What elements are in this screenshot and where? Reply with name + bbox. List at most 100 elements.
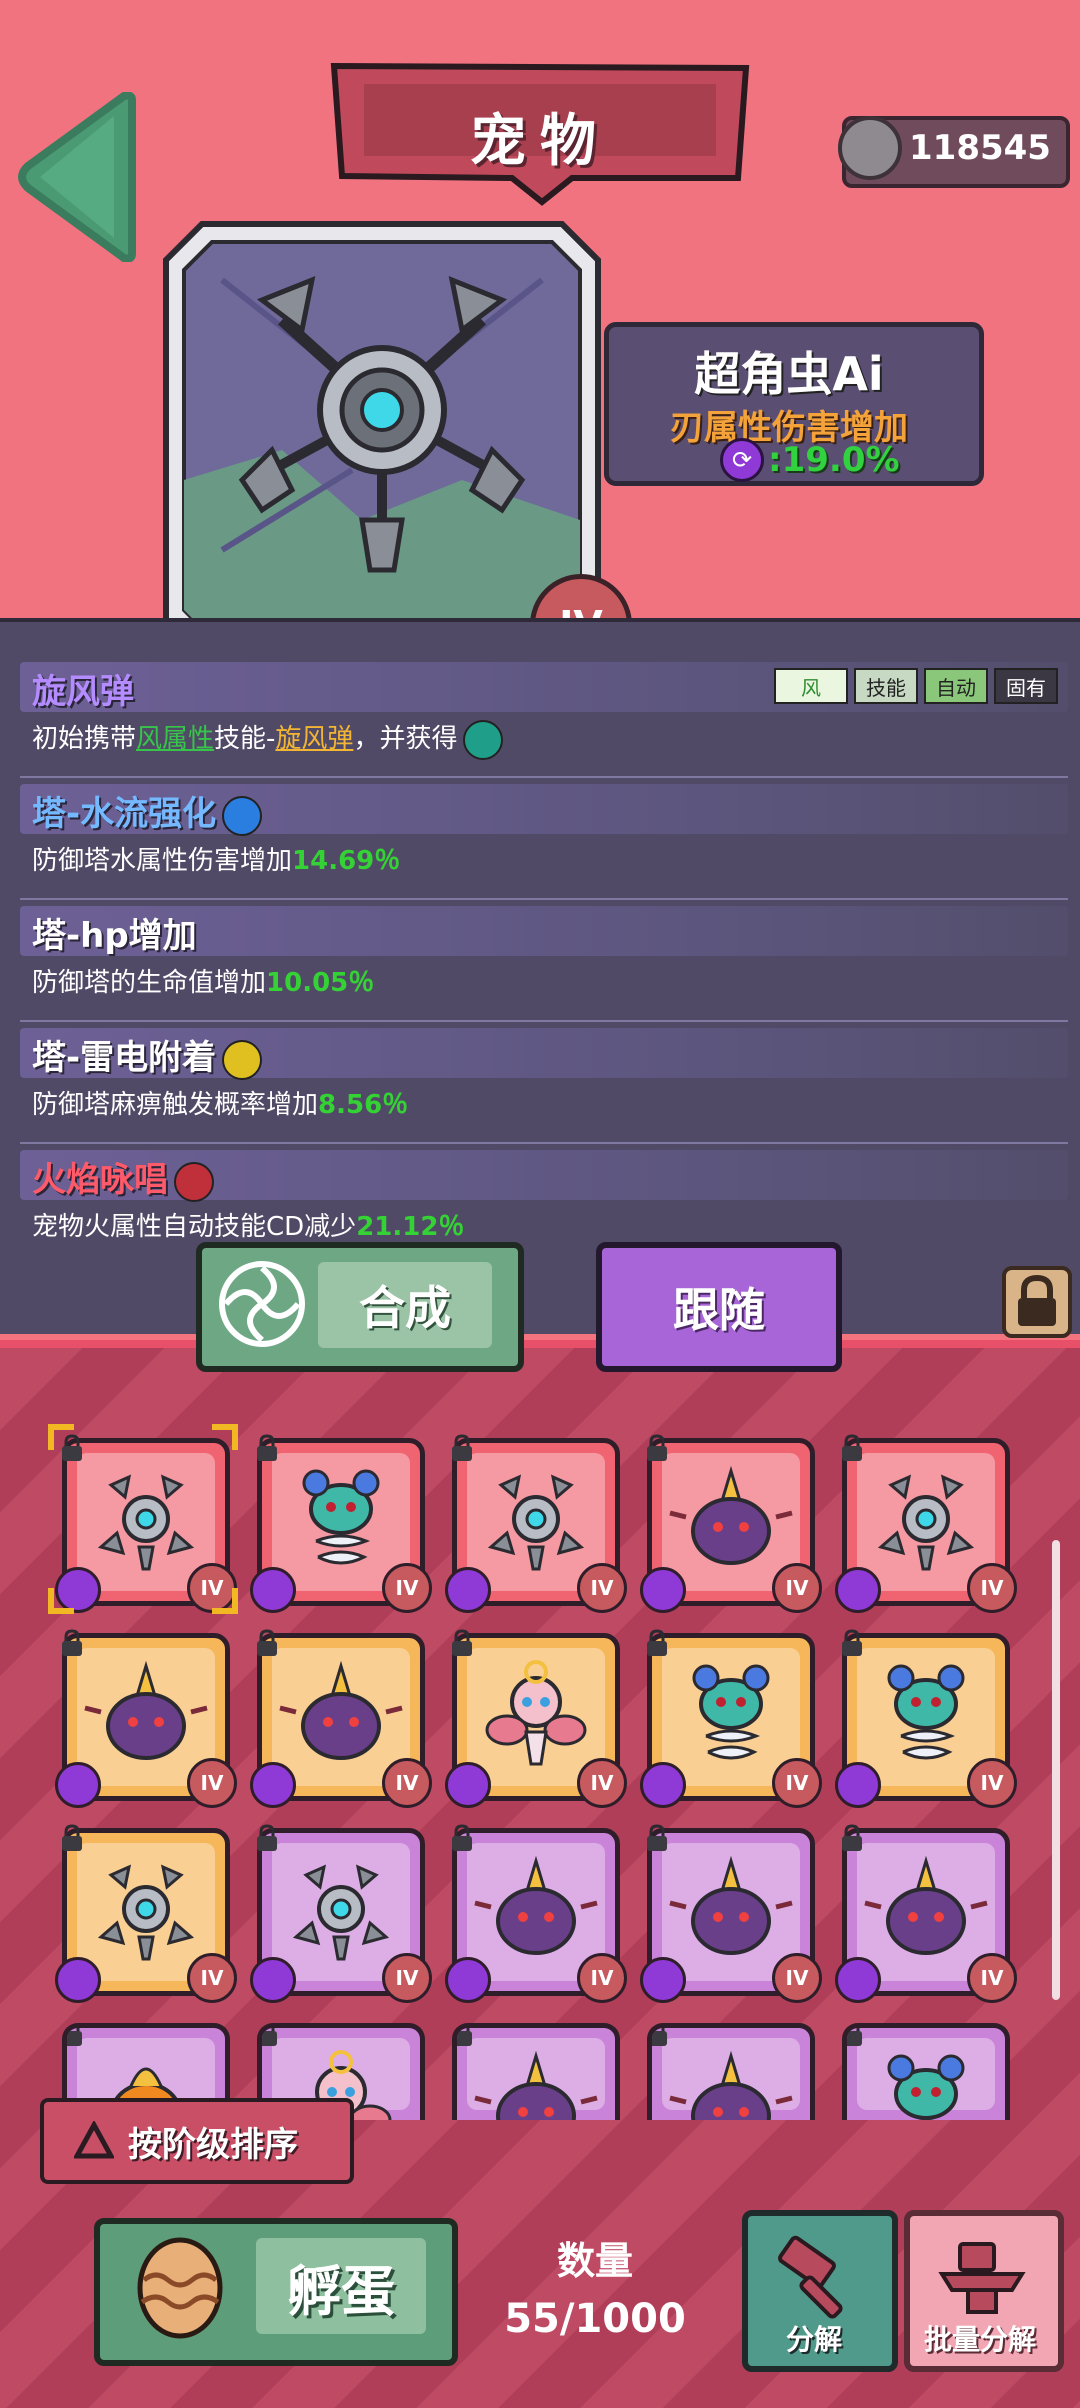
lock-icon	[647, 1629, 667, 1656]
blade-element-icon	[640, 1567, 686, 1613]
blade-element-icon	[835, 1957, 881, 2003]
grade-badge: IV	[772, 1953, 822, 2003]
pet-card[interactable]: IV	[445, 1434, 627, 1613]
page-title: 宠物	[470, 108, 610, 174]
skill-tags: 风 技能 自动 固有	[774, 668, 1058, 704]
selection-corner	[212, 1424, 238, 1450]
pet-name: 超角虫Ai	[694, 347, 884, 401]
robot-pet-icon	[292, 1864, 390, 1961]
quantity-value: 55/1000	[504, 2296, 686, 2342]
blob-pet-icon	[474, 1855, 598, 1955]
lock-icon	[842, 1824, 862, 1851]
pet-card[interactable]: IV	[250, 1629, 432, 1808]
wind-attribute-link[interactable]: 风属性	[136, 724, 214, 754]
lightning-element-icon	[222, 1039, 263, 1080]
pet-card[interactable]: IV	[55, 1434, 237, 1613]
lock-icon[interactable]	[1002, 1266, 1072, 1338]
pet-card[interactable]: IV	[55, 1824, 237, 2003]
tag-wind: 风	[774, 668, 848, 704]
skill-item: 塔-hp增加 防御塔的生命值增加10.05％	[20, 906, 1068, 1006]
pet-card[interactable]: IV	[835, 1824, 1017, 2003]
batch-decompose-label: 批量分解	[923, 2323, 1036, 2356]
pet-attribute-value-row: ⟳ :19.0%	[720, 438, 900, 482]
lock-icon	[647, 1824, 667, 1851]
egg-icon	[137, 2237, 223, 2339]
blob-pet-icon	[669, 1855, 793, 1955]
pet-card[interactable]: IV	[835, 1629, 1017, 1808]
inventory-scrollbar[interactable]	[1052, 1540, 1060, 2000]
blade-element-icon	[445, 1762, 491, 1808]
blade-element-icon	[445, 1567, 491, 1613]
pet-card[interactable]: IV	[55, 1629, 237, 1808]
skill-title: 塔-hp增加	[32, 916, 197, 956]
divider	[20, 1020, 1068, 1022]
pet-card[interactable]: IV	[250, 1824, 432, 2003]
skill-title: 塔-水流强化	[32, 786, 263, 836]
robot-pet-icon	[487, 1474, 585, 1571]
sort-button-label: 按阶级排序	[128, 2124, 298, 2165]
blade-element-icon	[835, 1567, 881, 1613]
blob-pet-icon	[279, 1660, 403, 1760]
tag-skill: 技能	[854, 668, 918, 704]
grade-badge: IV	[187, 1758, 237, 1808]
lock-icon	[67, 2028, 82, 2046]
grade-badge: IV	[967, 1953, 1017, 2003]
pet-card[interactable]: IV	[640, 1629, 822, 1808]
lock-icon	[262, 2028, 277, 2046]
skill-description: 防御塔麻痹触发概率增加8.56％	[32, 1090, 409, 1120]
blob-pet-icon	[84, 1660, 208, 1760]
pet-card[interactable]: IV	[445, 1824, 627, 2003]
skill-description: 防御塔水属性伤害增加14.69％	[32, 846, 401, 876]
decompose-label: 分解	[785, 2323, 842, 2356]
blob-pet-icon	[474, 2050, 598, 2120]
water-element-icon	[222, 795, 263, 836]
skill-title: 塔-雷电附着	[32, 1030, 263, 1080]
blade-element-icon	[250, 1957, 296, 2003]
pet-card[interactable]	[452, 2023, 620, 2120]
anvil-icon	[938, 2242, 1026, 2314]
skill-description: 初始携带风属性技能-旋风弹，并获得	[32, 718, 504, 760]
lock-icon	[847, 2028, 862, 2046]
grade-badge: IV	[967, 1563, 1017, 1613]
grade-badge: IV	[187, 1953, 237, 2003]
lock-icon	[647, 1434, 667, 1461]
blade-element-icon	[445, 1957, 491, 2003]
pet-card[interactable]: IV	[445, 1629, 627, 1808]
blade-element-icon	[55, 1762, 101, 1808]
back-arrow-icon[interactable]	[14, 92, 144, 262]
skill-item: 火焰咏唱 宠物火属性自动技能CD减少21.12％	[20, 1150, 1068, 1250]
grade-badge: IV	[577, 1758, 627, 1808]
pet-card[interactable]	[842, 2023, 1010, 2120]
skill-description: 防御塔的生命值增加10.05％	[32, 968, 375, 998]
lock-icon	[257, 1629, 277, 1656]
spring-pet-icon	[887, 2054, 965, 2120]
pet-card[interactable]: IV	[250, 1434, 432, 1613]
coin-amount: 118545	[909, 128, 1051, 168]
hatch-button-label[interactable]: 孵蛋	[256, 2238, 426, 2334]
lock-icon	[62, 1629, 82, 1656]
tag-innate: 固有	[994, 668, 1058, 704]
blob-pet-icon	[669, 1465, 793, 1565]
blob-pet-icon	[864, 1855, 988, 1955]
skill-title: 火焰咏唱	[32, 1152, 214, 1202]
skill-description: 宠物火属性自动技能CD减少21.12％	[32, 1212, 465, 1242]
blade-element-icon	[250, 1567, 296, 1613]
whirlwind-skill-link[interactable]: 旋风弹	[275, 724, 353, 754]
pet-card[interactable]: IV	[640, 1434, 822, 1613]
swirl-icon	[219, 1261, 305, 1347]
blade-element-icon	[640, 1957, 686, 2003]
pet-card[interactable]	[647, 2023, 815, 2120]
sort-by-grade-button[interactable]: 按阶级排序	[40, 2098, 354, 2184]
divider	[20, 776, 1068, 778]
merge-button-label[interactable]: 合成	[318, 1262, 492, 1348]
spring-pet-icon	[302, 1469, 380, 1565]
lock-icon	[452, 1824, 472, 1851]
lock-icon	[842, 1629, 862, 1656]
robot-pet-icon	[97, 1864, 195, 1961]
pet-card[interactable]: IV	[835, 1434, 1017, 1613]
pet-card[interactable]: IV	[640, 1824, 822, 2003]
blob-pet-icon	[669, 2050, 793, 2120]
grade-badge: IV	[382, 1953, 432, 2003]
follow-button[interactable]: 跟随	[596, 1242, 842, 1372]
grade-badge: IV	[382, 1758, 432, 1808]
